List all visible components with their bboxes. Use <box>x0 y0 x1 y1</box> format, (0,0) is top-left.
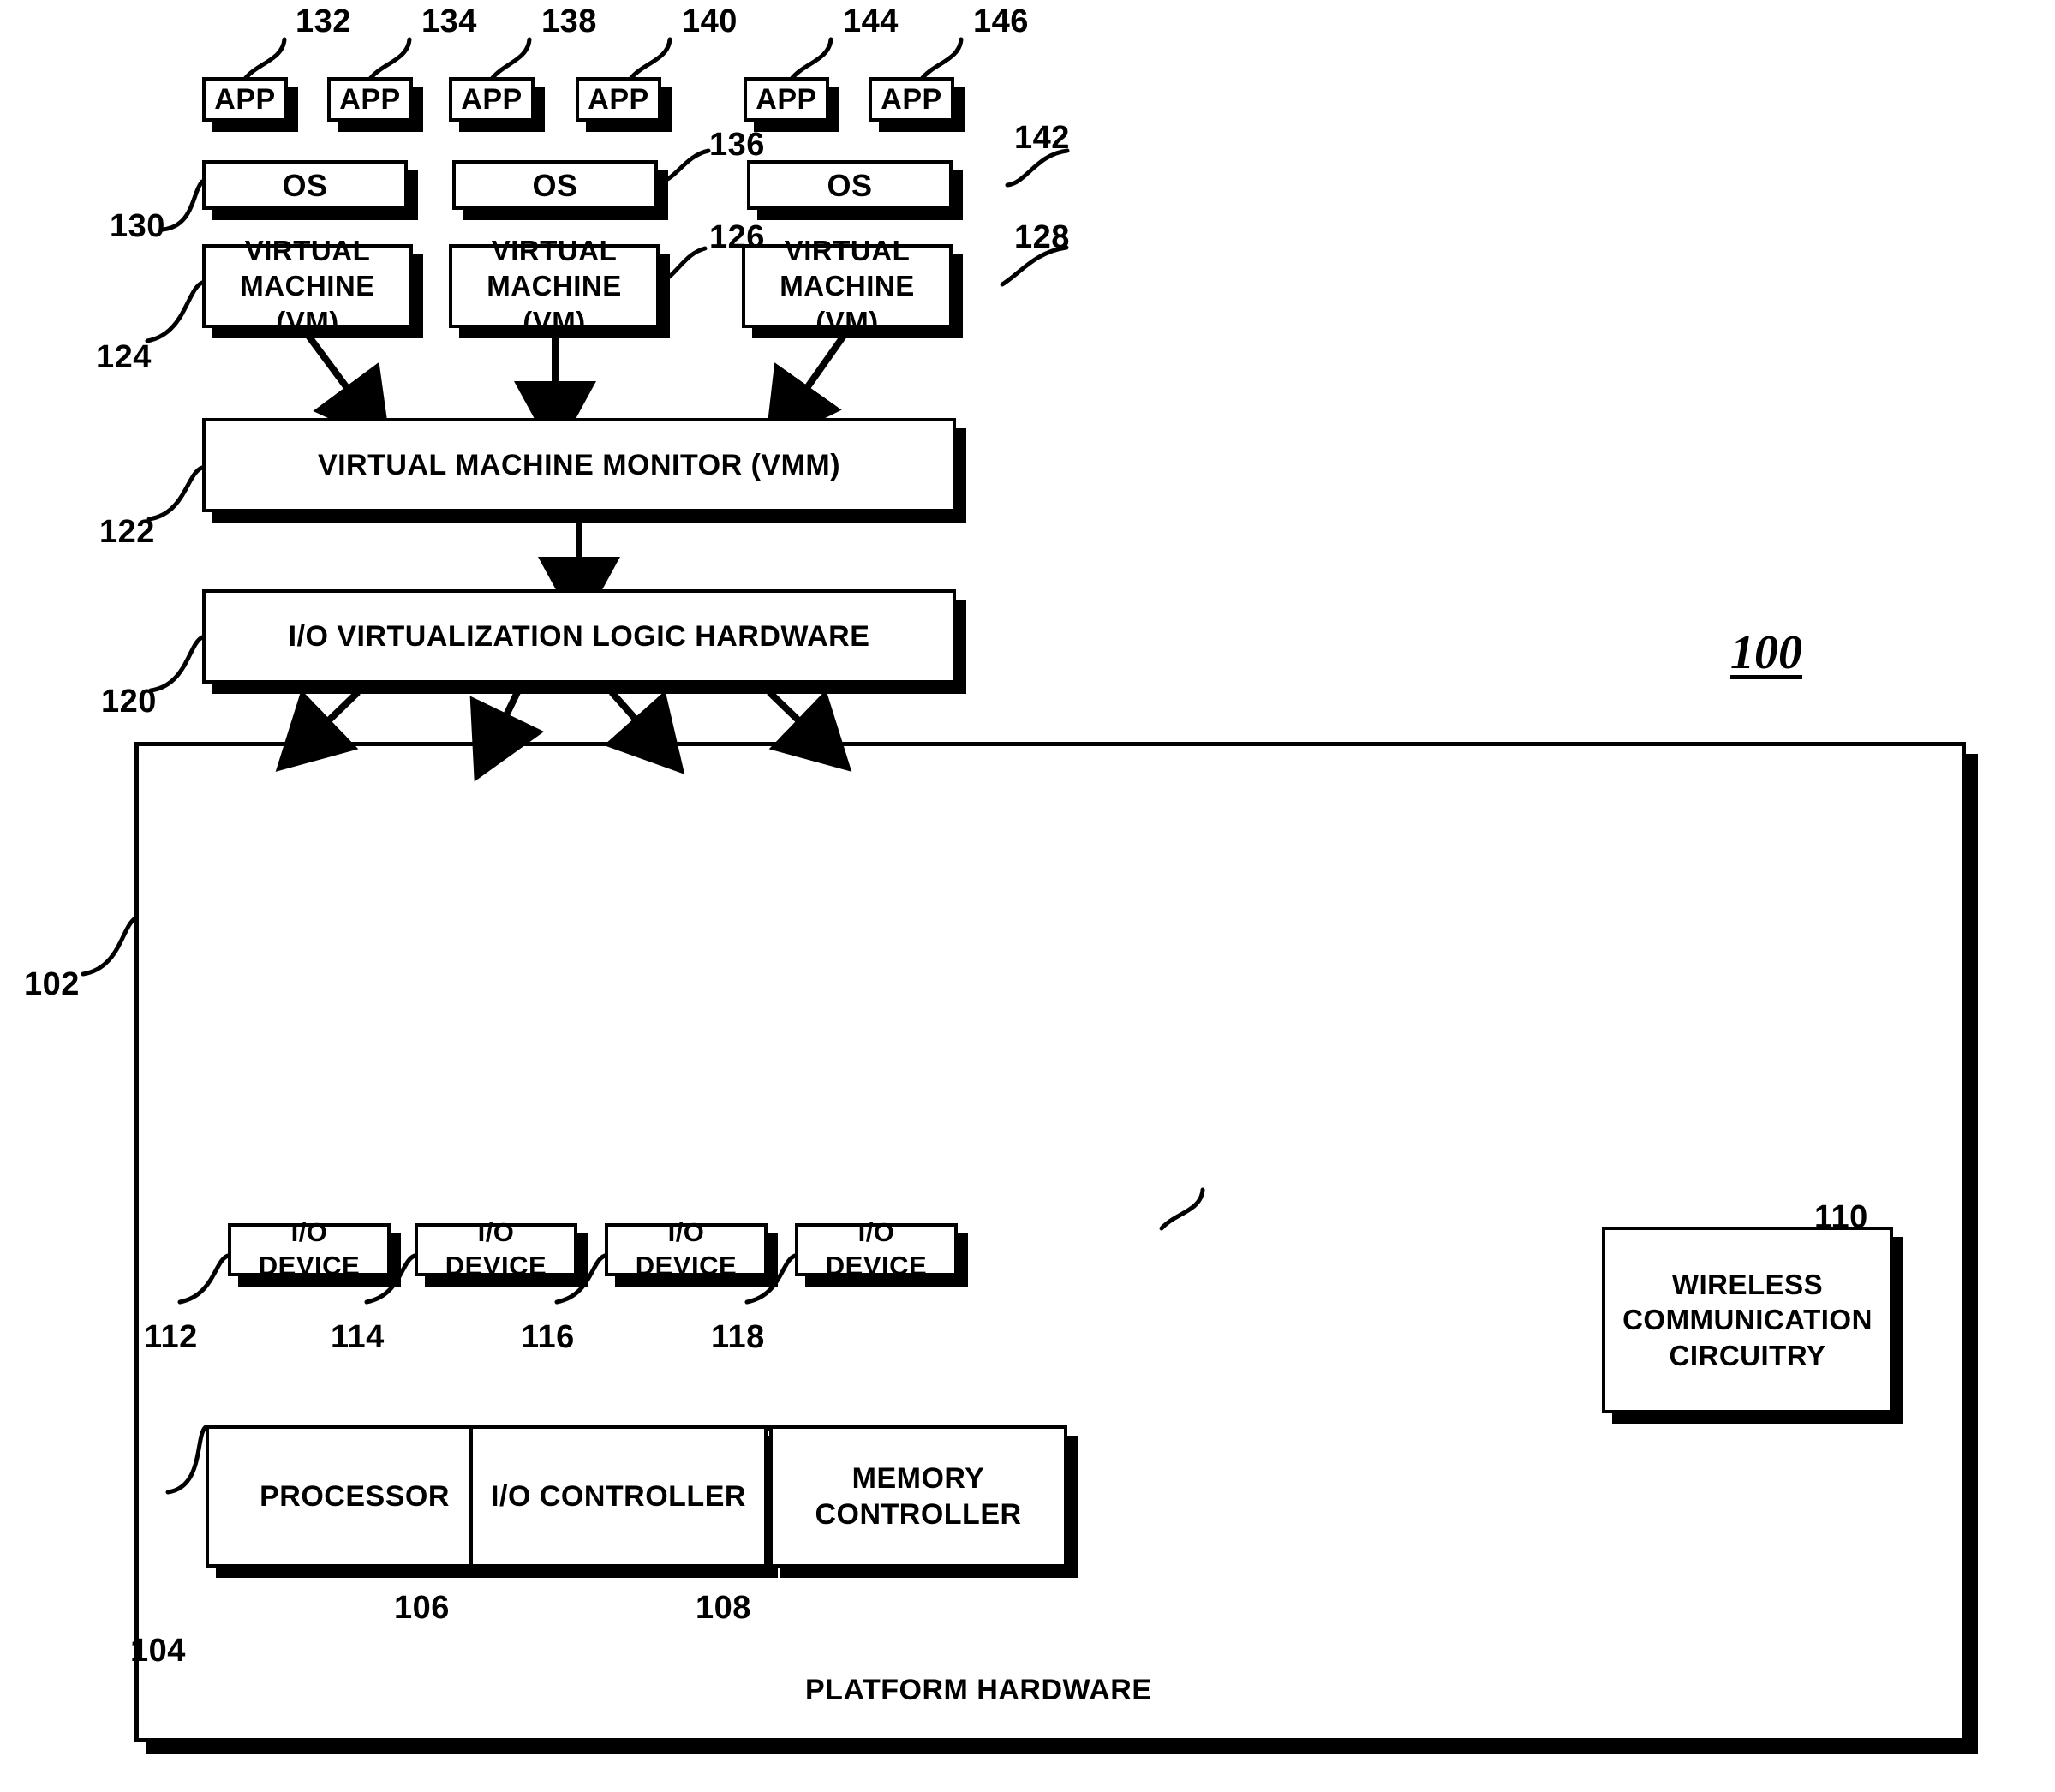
ref-120: 120 <box>101 684 157 720</box>
memory-controller-label-line1: MEMORY <box>851 1461 985 1495</box>
vm-label-line2: (VM) <box>276 305 339 337</box>
vm-label-line2: (VM) <box>523 305 586 337</box>
io-device-label: I/O DEVICE <box>825 1217 928 1281</box>
memory-controller-label-line2: CONTROLLER <box>815 1498 1022 1531</box>
ref-104: 104 <box>130 1633 186 1669</box>
app-label: APP <box>881 82 942 116</box>
vm-label-line1: VIRTUAL MACHINE <box>487 235 622 302</box>
os-label: OS <box>532 167 578 203</box>
os-label: OS <box>282 167 328 203</box>
platform-hardware-label: PLATFORM HARDWARE <box>805 1674 1152 1706</box>
os-label: OS <box>827 167 873 203</box>
ref-134: 134 <box>421 3 477 39</box>
processor-label: PROCESSOR <box>260 1479 450 1513</box>
os-box-130[interactable]: OS <box>202 160 408 210</box>
ref-110: 110 <box>1814 1199 1868 1235</box>
app-box-134[interactable]: APP <box>327 77 413 122</box>
io-virtualization-logic-hardware-box-120[interactable]: I/O VIRTUALIZATION LOGIC HARDWARE <box>202 589 956 684</box>
io-controller-box-106[interactable]: I/O CONTROLLER <box>469 1425 768 1568</box>
ref-140: 140 <box>682 3 738 39</box>
ref-116: 116 <box>521 1319 575 1355</box>
ref-146: 146 <box>973 3 1029 39</box>
ref-144: 144 <box>843 3 899 39</box>
io-virtualization-label: I/O VIRTUALIZATION LOGIC HARDWARE <box>288 619 870 653</box>
memory-controller-box-108[interactable]: MEMORY CONTROLLER <box>769 1425 1067 1568</box>
wireless-label-line3: CIRCUITRY <box>1669 1339 1826 1371</box>
patent-figure-virtualization-architecture: APP APP APP APP APP APP 132 134 138 140 … <box>0 0 2055 1792</box>
virtual-machine-box-128[interactable]: VIRTUAL MACHINE (VM) <box>742 235 953 337</box>
io-device-label: I/O DEVICE <box>635 1217 738 1281</box>
app-label: APP <box>339 82 401 116</box>
virtual-machine-box-124[interactable]: VIRTUAL MACHINE (VM) <box>202 235 413 337</box>
ref-142: 142 <box>1014 120 1070 156</box>
figure-number: 100 <box>1730 626 1802 679</box>
app-box-138[interactable]: APP <box>449 77 535 122</box>
wireless-communication-circuitry-box-110[interactable]: WIRELESS COMMUNICATION CIRCUITRY <box>1602 1227 1893 1413</box>
vmm-box-122[interactable]: VIRTUAL MACHINE MONITOR (VMM) <box>202 418 956 512</box>
ref-106: 106 <box>394 1590 450 1626</box>
os-box-136[interactable]: OS <box>452 160 658 210</box>
ref-132: 132 <box>296 3 351 39</box>
io-device-label: I/O DEVICE <box>258 1217 361 1281</box>
io-device-box-114[interactable]: I/O DEVICE <box>415 1217 577 1281</box>
io-device-label: I/O DEVICE <box>445 1217 547 1281</box>
io-device-box-118[interactable]: I/O DEVICE <box>795 1217 958 1281</box>
io-device-box-112[interactable]: I/O DEVICE <box>228 1217 391 1281</box>
ref-138: 138 <box>541 3 597 39</box>
app-box-140[interactable]: APP <box>576 77 661 122</box>
app-box-144[interactable]: APP <box>744 77 829 122</box>
ref-114: 114 <box>331 1319 385 1355</box>
ref-112: 112 <box>144 1319 198 1355</box>
app-box-132[interactable]: APP <box>202 77 288 122</box>
ref-102: 102 <box>24 966 80 1002</box>
ref-130: 130 <box>110 208 165 244</box>
app-box-146[interactable]: APP <box>869 77 954 122</box>
io-device-box-116[interactable]: I/O DEVICE <box>605 1217 768 1281</box>
virtual-machine-box-126[interactable]: VIRTUAL MACHINE (VM) <box>449 235 660 337</box>
vmm-label: VIRTUAL MACHINE MONITOR (VMM) <box>317 448 841 481</box>
ref-118: 118 <box>711 1319 765 1355</box>
ref-136: 136 <box>709 127 765 163</box>
wireless-label-line2: COMMUNICATION <box>1622 1304 1873 1336</box>
ref-126: 126 <box>709 219 765 255</box>
vm-label-line2: (VM) <box>815 305 879 337</box>
vm-label-line1: VIRTUAL MACHINE <box>240 235 375 302</box>
io-controller-label: I/O CONTROLLER <box>491 1479 746 1513</box>
vm-label-line1: VIRTUAL MACHINE <box>780 235 915 302</box>
ref-128: 128 <box>1014 219 1070 255</box>
app-label: APP <box>214 82 276 116</box>
app-label: APP <box>756 82 817 116</box>
app-label: APP <box>461 82 523 116</box>
ref-108: 108 <box>696 1590 751 1626</box>
ref-124: 124 <box>96 339 152 375</box>
os-box-142[interactable]: OS <box>747 160 953 210</box>
app-label: APP <box>588 82 649 116</box>
processor-box-104[interactable]: PROCESSOR <box>206 1425 504 1568</box>
wireless-label-line1: WIRELESS <box>1671 1269 1824 1301</box>
ref-122: 122 <box>99 514 155 550</box>
